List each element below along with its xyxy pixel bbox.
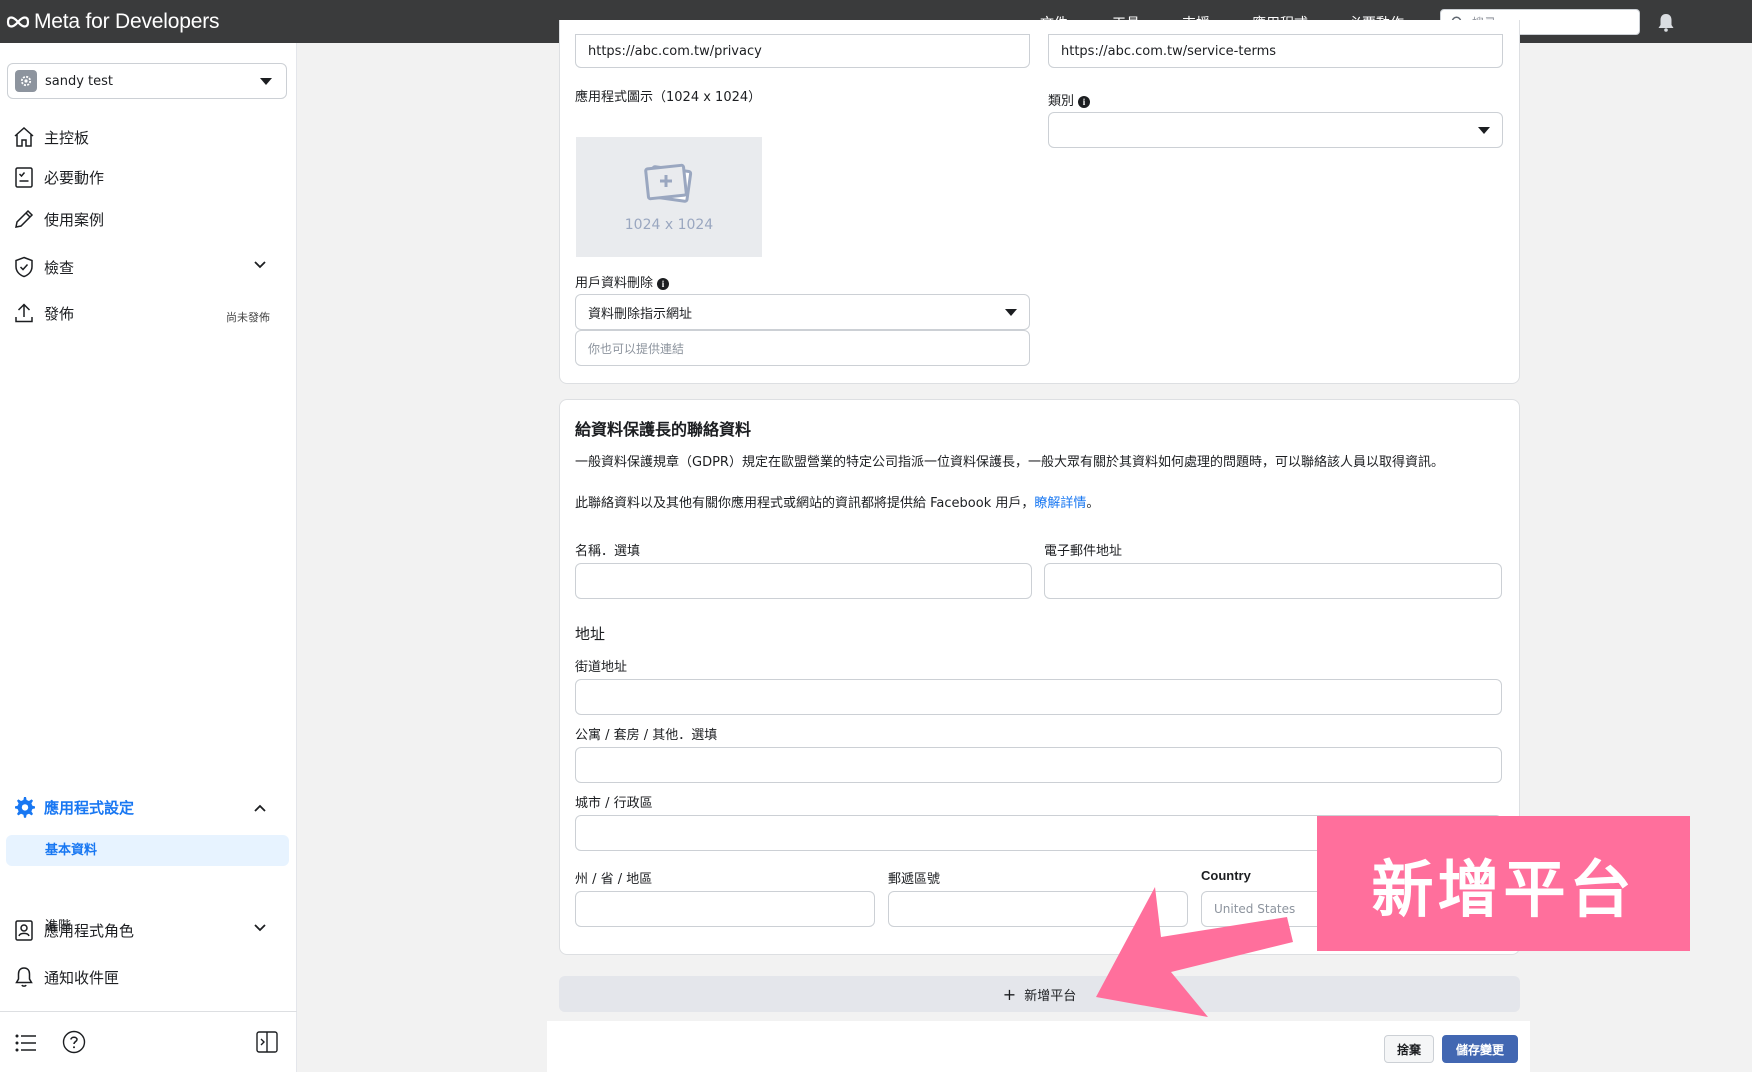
sidebar-divider [0, 1011, 297, 1012]
sidebar-item-label: 發佈 [44, 304, 75, 323]
sidebar-item-dashboard[interactable]: 主控板 [12, 125, 89, 149]
dpo-email-label: 電子郵件地址 [1044, 544, 1123, 559]
dpo-section-title: 給資料保護長的聯絡資料 [575, 420, 752, 439]
info-icon[interactable]: i [657, 277, 670, 290]
dpo-name-input[interactable] [575, 563, 1032, 599]
sidebar-item-label: 應用程式設定 [44, 798, 135, 817]
terms-of-service-url-input[interactable]: https://abc.com.tw/service-terms [1048, 34, 1503, 68]
meta-infinity-icon [6, 16, 30, 28]
zip-label: 郵遞區號 [888, 872, 941, 887]
dpo-name-label: 名稱．選填 [575, 544, 641, 559]
city-label: 城市 / 行政區 [575, 796, 653, 811]
annotation-arrow-icon [1096, 887, 1293, 1017]
footer-action-bar [547, 1021, 1530, 1072]
data-deletion-label: 用戶資料刪除 i [575, 272, 670, 291]
home-icon [14, 126, 34, 147]
bell-icon[interactable] [1656, 12, 1676, 32]
id-badge-icon [15, 920, 33, 941]
state-input[interactable] [575, 891, 875, 927]
app-name: sandy test [45, 73, 114, 89]
plus-icon: + [1002, 984, 1017, 1004]
caret-down-icon [1478, 127, 1490, 134]
sidebar-item-label: 使用案例 [44, 210, 105, 229]
sidebar-subitem-basic[interactable]: 基本資料 [6, 835, 289, 866]
sidebar-item-label: 主控板 [44, 128, 90, 147]
street-address-input[interactable] [575, 679, 1502, 715]
sidebar-item-notification-inbox[interactable]: 通知收件匣 [12, 965, 119, 989]
data-deletion-select-value: 資料刪除指示網址 [588, 306, 693, 322]
caret-down-icon [1005, 309, 1017, 316]
learn-more-link[interactable]: 瞭解詳情 [1034, 496, 1086, 511]
sidebar: sandy test 主控板 必要動作 使用案例 檢查 發佈 尚未發佈 應用程式… [0, 43, 297, 1072]
sidebar-item-publish[interactable]: 發佈 [12, 301, 74, 325]
data-deletion-placeholder: 你也可以提供連結 [588, 341, 685, 356]
shield-check-icon [15, 256, 33, 278]
app-icon-size-hint: 1024 x 1024 [624, 217, 714, 233]
address-title: 地址 [575, 625, 606, 643]
gear-icon [15, 70, 37, 92]
image-add-icon [644, 163, 693, 203]
sidebar-item-use-cases[interactable]: 使用案例 [12, 207, 104, 231]
publish-status-badge: 尚未發佈 [226, 311, 270, 324]
sidebar-item-label: 必要動作 [44, 168, 105, 187]
help-icon[interactable] [62, 1030, 86, 1054]
info-icon[interactable]: i [1078, 95, 1091, 108]
add-platform-label: 新增平台 [1024, 988, 1077, 1004]
state-label: 州 / 省 / 地區 [575, 872, 653, 887]
gdpr-description: 一般資料保護規章（GDPR）規定在歐盟營業的特定公司指派一位資料保護長，一般大眾… [575, 455, 1444, 470]
privacy-url-value: https://abc.com.tw/privacy [588, 43, 762, 59]
data-deletion-type-select[interactable]: 資料刪除指示網址 [575, 294, 1030, 330]
dpo-email-input[interactable] [1044, 563, 1502, 599]
street-address-label: 街道地址 [575, 660, 628, 675]
dpo-disclosure-text: 此聯絡資料以及其他有關你應用程式或網站的資訊都將提供給 Facebook 用戶，… [575, 496, 1100, 511]
sidebar-item-label: 通知收件匣 [44, 968, 120, 987]
app-icon-upload[interactable]: 1024 x 1024 [576, 137, 762, 257]
category-select[interactable] [1048, 112, 1503, 148]
pencil-icon [15, 209, 34, 228]
sidebar-item-app-settings[interactable]: 應用程式設定 [12, 795, 134, 819]
annotation-callout: 新增平台 [1317, 816, 1690, 951]
chevron-down-icon[interactable] [254, 261, 266, 269]
save-changes-button[interactable]: 儲存變更 [1442, 1035, 1518, 1063]
apt-suite-label: 公寓 / 套房 / 其他．選填 [575, 728, 718, 743]
sidebar-item-review[interactable]: 檢查 [12, 255, 74, 279]
add-platform-button[interactable]: + 新增平台 [559, 976, 1520, 1012]
privacy-policy-url-input[interactable]: https://abc.com.tw/privacy [575, 34, 1030, 68]
apt-suite-input[interactable] [575, 747, 1502, 783]
data-deletion-url-input[interactable]: 你也可以提供連結 [575, 330, 1030, 366]
brand-name: Meta for Developers [34, 10, 220, 33]
app-icon-label: 應用程式圖示（1024 x 1024） [575, 90, 762, 105]
list-icon[interactable] [15, 1033, 37, 1053]
bell-icon [15, 967, 33, 987]
chevron-up-icon[interactable] [254, 804, 266, 812]
checklist-icon [15, 167, 33, 188]
app-selector[interactable]: sandy test [7, 63, 287, 99]
category-label: 類別 i [1048, 90, 1091, 109]
sidebar-item-app-roles[interactable]: 應用程式角色 [12, 918, 134, 942]
caret-down-icon [260, 78, 272, 85]
upload-icon [15, 303, 33, 323]
sidebar-item-label: 應用程式角色 [44, 921, 135, 940]
sidebar-item-label: 檢查 [44, 258, 75, 277]
chevron-down-icon[interactable] [254, 924, 266, 932]
gear-icon [15, 797, 35, 818]
meta-logo[interactable]: Meta for Developers [6, 10, 219, 34]
terms-url-value: https://abc.com.tw/service-terms [1061, 43, 1277, 59]
sidebar-item-required-actions[interactable]: 必要動作 [12, 165, 104, 189]
discard-button[interactable]: 捨棄 [1384, 1035, 1434, 1063]
collapse-sidebar-icon[interactable] [256, 1031, 278, 1053]
